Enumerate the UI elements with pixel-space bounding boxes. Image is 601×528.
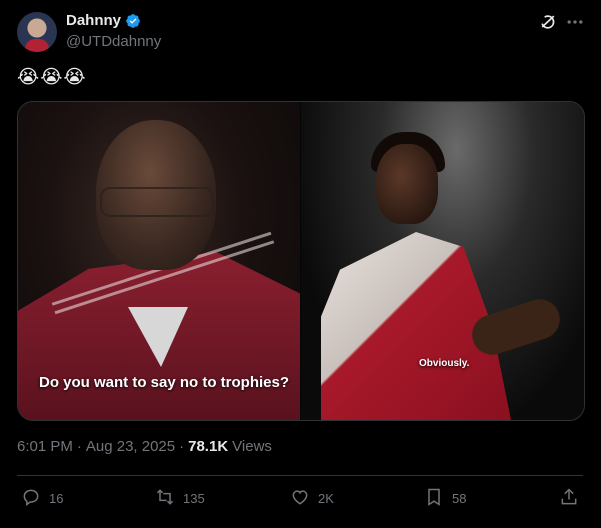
tweet-text: 😭😭😭 xyxy=(17,67,87,88)
grok-icon[interactable] xyxy=(538,12,558,32)
like-button[interactable]: 2K xyxy=(290,487,334,510)
tweet-media[interactable]: Do you want to say no to trophies? Obvio… xyxy=(17,101,585,421)
avatar[interactable] xyxy=(17,12,57,52)
tweet-time[interactable]: 6:01 PM xyxy=(17,438,73,455)
tweet-meta: 6:01 PM · Aug 23, 2025 · 78.1K Views xyxy=(17,438,272,455)
right-subtitle: Obviously. xyxy=(419,358,470,369)
divider xyxy=(17,475,583,476)
author-name-row: Dahnny xyxy=(66,12,141,29)
more-icon[interactable] xyxy=(565,12,585,32)
media-right-panel xyxy=(301,102,584,420)
heart-icon xyxy=(290,487,310,510)
reply-icon xyxy=(21,487,41,510)
left-subtitle: Do you want to say no to trophies? xyxy=(39,374,290,391)
repost-count: 135 xyxy=(183,491,205,506)
reply-button[interactable]: 16 xyxy=(21,487,63,510)
media-left-panel: Do you want to say no to trophies? xyxy=(18,102,301,420)
reply-count: 16 xyxy=(49,491,64,506)
repost-icon xyxy=(155,487,175,510)
bookmark-count: 58 xyxy=(452,491,467,506)
tweet-date[interactable]: Aug 23, 2025 xyxy=(86,438,175,455)
bookmark-button[interactable]: 58 xyxy=(424,487,466,510)
like-count: 2K xyxy=(318,491,334,506)
author-handle[interactable]: @UTDdahnny xyxy=(66,33,161,50)
meta-separator: · xyxy=(179,438,185,455)
action-bar: 16 135 2K 58 xyxy=(17,487,583,511)
meta-separator: · xyxy=(76,438,82,455)
views-label: Views xyxy=(232,438,272,455)
bookmark-icon xyxy=(424,487,444,510)
views-count: 78.1K xyxy=(188,438,229,455)
share-button[interactable] xyxy=(559,487,579,510)
author-name[interactable]: Dahnny xyxy=(66,12,121,29)
verified-badge-icon xyxy=(125,13,141,29)
person-head-right xyxy=(376,144,438,224)
share-icon xyxy=(559,487,579,510)
glasses-shape xyxy=(100,187,214,217)
repost-button[interactable]: 135 xyxy=(155,487,205,510)
